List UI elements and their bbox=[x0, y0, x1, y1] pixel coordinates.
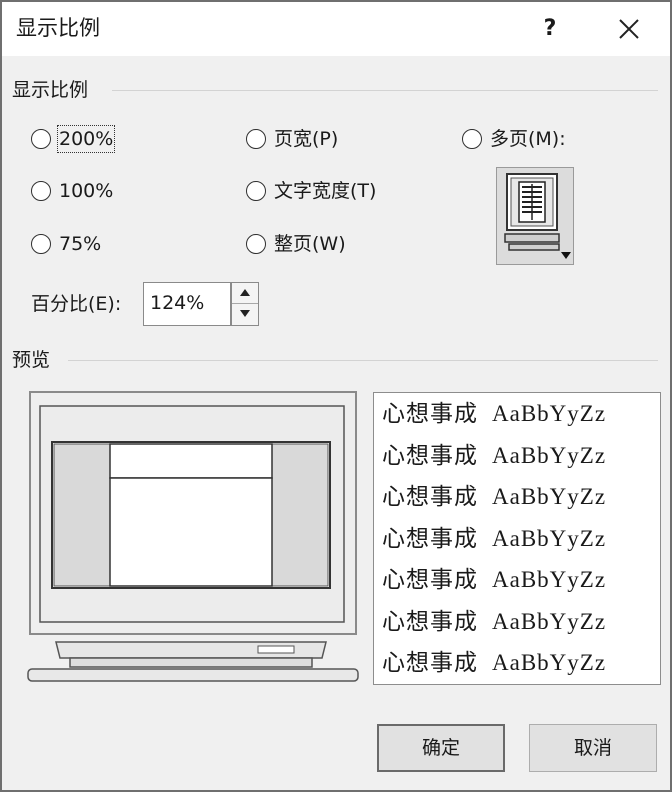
sample-latin-text: AaBbYyZz bbox=[492, 484, 607, 509]
percent-input[interactable]: 124% bbox=[143, 282, 231, 326]
radio-whole-page-label: 整页(W) bbox=[274, 233, 346, 255]
dialog-title: 显示比例 bbox=[16, 16, 100, 40]
cancel-button[interactable]: 取消 bbox=[529, 724, 657, 772]
zoom-dialog: 显示比例 ? 显示比例 200% 100% 75% 页宽(P) 文字宽度(T) … bbox=[0, 0, 672, 792]
radio-zoom-100-label: 100% bbox=[59, 180, 114, 202]
radio-zoom-75-label: 75% bbox=[59, 233, 102, 255]
radio-zoom-200[interactable]: 200% bbox=[31, 125, 116, 153]
percent-label: 百分比(E): bbox=[31, 293, 122, 315]
sample-cjk-text: 心想事成 bbox=[382, 567, 478, 593]
sample-latin-text: AaBbYyZz bbox=[492, 401, 607, 426]
sample-cjk-text: 心想事成 bbox=[382, 650, 478, 676]
preview-group-divider bbox=[68, 360, 658, 361]
radio-circle bbox=[246, 234, 266, 254]
sample-cjk-text: 心想事成 bbox=[382, 525, 478, 552]
sample-latin-text: AaBbYyZz bbox=[492, 608, 607, 634]
radio-whole-page[interactable]: 整页(W) bbox=[246, 232, 346, 256]
spin-down-button[interactable] bbox=[232, 304, 258, 325]
radio-circle bbox=[31, 129, 51, 149]
radio-text-width[interactable]: 文字宽度(T) bbox=[246, 179, 376, 203]
dropdown-arrow-icon bbox=[561, 252, 571, 259]
sample-latin-text: AaBbYyZz bbox=[492, 567, 607, 592]
many-pages-picker-button[interactable] bbox=[496, 167, 574, 265]
percent-spinner bbox=[231, 282, 259, 326]
zoom-group-title: 显示比例 bbox=[12, 78, 97, 102]
sample-latin-text: AaBbYyZz bbox=[492, 442, 607, 468]
spin-down-icon bbox=[240, 310, 250, 317]
preview-group-title: 预览 bbox=[12, 348, 59, 372]
sample-latin-text: AaBbYyZz bbox=[492, 650, 607, 675]
radio-many-pages-label: 多页(M): bbox=[490, 128, 566, 150]
radio-text-width-label: 文字宽度(T) bbox=[274, 180, 377, 202]
radio-many-pages[interactable]: 多页(M): bbox=[462, 127, 566, 151]
radio-zoom-200-label: 200% bbox=[56, 125, 116, 153]
radio-circle bbox=[462, 129, 482, 149]
zoom-group-divider bbox=[112, 90, 658, 91]
radio-zoom-100[interactable]: 100% bbox=[31, 179, 113, 203]
radio-circle bbox=[246, 181, 266, 201]
sample-cjk-text: 心想事成 bbox=[382, 401, 478, 427]
sample-line: 心想事成 AaBbYyZz bbox=[382, 441, 606, 471]
radio-page-width-label: 页宽(P) bbox=[274, 128, 339, 150]
sample-line: 心想事成 AaBbYyZz bbox=[382, 607, 606, 637]
preview-sample-text: 心想事成 AaBbYyZz 心想事成 AaBbYyZz 心想事成 AaBbYyZz 心想事成… bbox=[373, 392, 661, 685]
close-icon bbox=[619, 19, 639, 39]
radio-circle bbox=[246, 129, 266, 149]
spin-up-icon bbox=[240, 289, 250, 296]
sample-line: 心想事成 AaBbYyZz bbox=[382, 399, 606, 429]
multi-page-monitor-icon bbox=[504, 173, 560, 251]
close-button[interactable] bbox=[606, 10, 652, 48]
monitor-illustration bbox=[27, 391, 359, 682]
title-bar: 显示比例 ? bbox=[2, 2, 670, 56]
help-button[interactable]: ? bbox=[528, 10, 572, 48]
preview-monitor bbox=[26, 390, 362, 686]
spin-up-button[interactable] bbox=[232, 283, 258, 304]
sample-line: 心想事成 AaBbYyZz bbox=[382, 565, 606, 595]
radio-circle bbox=[31, 181, 51, 201]
radio-zoom-75[interactable]: 75% bbox=[31, 232, 101, 256]
sample-cjk-text: 心想事成 bbox=[382, 442, 478, 469]
sample-latin-text: AaBbYyZz bbox=[492, 525, 607, 551]
radio-page-width[interactable]: 页宽(P) bbox=[246, 127, 338, 151]
sample-line: 心想事成 AaBbYyZz bbox=[382, 482, 606, 512]
sample-cjk-text: 心想事成 bbox=[382, 484, 478, 510]
radio-circle bbox=[31, 234, 51, 254]
sample-line: 心想事成 AaBbYyZz bbox=[382, 524, 606, 554]
sample-line: 心想事成 AaBbYyZz bbox=[382, 648, 606, 678]
sample-cjk-text: 心想事成 bbox=[382, 608, 478, 635]
ok-button[interactable]: 确定 bbox=[377, 724, 505, 772]
